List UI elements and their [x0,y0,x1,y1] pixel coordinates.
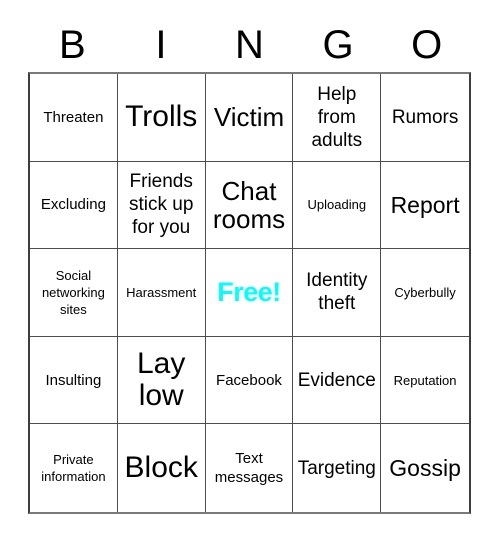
bingo-header-letter-b: B [58,23,86,67]
bingo-cell-label: Gossip [389,455,461,482]
bingo-cell-label: Harassment [126,284,197,300]
bingo-cell-r1-c3[interactable]: Victim [205,74,294,162]
bingo-cell-label: Reputation [393,372,457,388]
bingo-cell-label: Evidence [297,369,376,391]
bingo-cell-label: Threaten [43,108,104,126]
bingo-cell-r2-c2[interactable]: Friends stick up for you [117,161,206,250]
bingo-cell-free-space[interactable]: Free! [205,249,294,337]
bingo-cell-label: Social networking sites [41,267,105,317]
bingo-header-letter-n: N [235,23,264,67]
bingo-cell-label: Help from adults [311,83,363,151]
bingo-cell-label: Cyberbully [394,284,456,300]
bingo-card: B I N G O Threaten Trolls Victim Help from adul… [0,0,500,544]
bingo-cell-r5-c4[interactable]: Targeting [293,424,382,512]
bingo-grid: Threaten Trolls Victim Help from adults Rumo… [28,72,471,514]
bingo-header-letter-g: G [322,23,354,67]
bingo-cell-r4-c4[interactable]: Evidence [293,336,382,425]
bingo-header-row: BINGO [28,18,471,72]
bingo-cell-label: Rumors [391,106,459,128]
bingo-cell-r4-c1[interactable]: Insulting [30,336,118,425]
bingo-cell-label: Victim [213,102,285,133]
bingo-cell-r5-c5[interactable]: Gossip [381,424,469,512]
bingo-cell-r1-c4[interactable]: Help from adults [293,74,382,162]
bingo-cell-label: Chat rooms [212,175,286,234]
bingo-cell-r2-c5[interactable]: Report [381,161,469,250]
bingo-header-letter-i: I [155,23,167,67]
bingo-cell-label: Report [390,191,460,218]
bingo-cell-r2-c3[interactable]: Chat rooms [205,161,294,250]
bingo-cell-r5-c3[interactable]: Text messages [205,424,294,512]
bingo-cell-r2-c1[interactable]: Excluding [30,161,118,250]
bingo-cell-r1-c5[interactable]: Rumors [381,74,469,162]
bingo-cell-r5-c1[interactable]: Private information [30,424,118,512]
bingo-cell-r5-c2[interactable]: Block [117,424,206,512]
bingo-cell-label: Identity theft [306,270,368,315]
bingo-cell-label: Targeting [297,457,376,479]
bingo-cell-r3-c5[interactable]: Cyberbully [381,249,469,337]
bingo-cell-r3-c2[interactable]: Harassment [117,249,206,337]
bingo-cell-r3-c4[interactable]: Identity theft [293,249,382,337]
bingo-cell-r3-c1[interactable]: Social networking sites [30,249,118,337]
bingo-cell-label: Text messages [214,450,284,487]
bingo-cell-r2-c4[interactable]: Uploading [293,161,382,250]
bingo-cell-label: Lay low [137,347,186,413]
bingo-cell-label: Facebook [216,371,282,389]
bingo-cell-label: Private information [41,452,106,485]
bingo-cell-label: Trolls [125,100,198,134]
bingo-cell-label: Uploading [307,197,367,213]
bingo-header-letter-o: O [411,23,443,67]
bingo-cell-label: Block [124,451,198,485]
bingo-cell-r1-c1[interactable]: Threaten [30,74,118,162]
bingo-cell-label: Friends stick up for you [128,171,194,239]
bingo-cell-r4-c5[interactable]: Reputation [381,336,469,425]
bingo-cell-label: Insulting [45,371,102,389]
bingo-cell-label: Free! [217,276,281,307]
bingo-cell-label: Excluding [40,196,106,214]
bingo-cell-r4-c2[interactable]: Lay low [117,336,206,425]
bingo-cell-r1-c2[interactable]: Trolls [117,74,206,162]
bingo-cell-r4-c3[interactable]: Facebook [205,336,294,425]
